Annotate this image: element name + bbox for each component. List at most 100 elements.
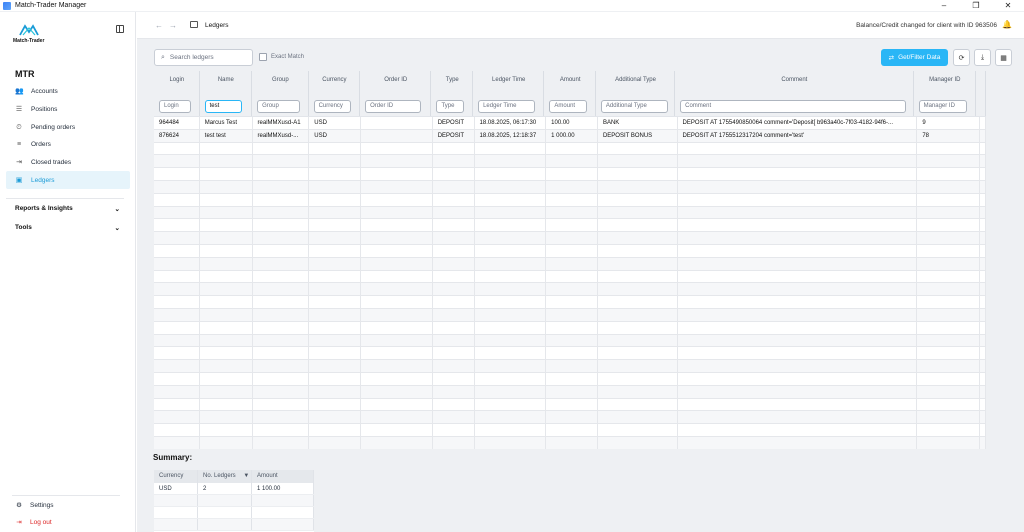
table-cell: DEPOSIT AT 1755490850064 comment='Deposi… — [678, 117, 918, 129]
notification-text: Balance/Credit changed for client with I… — [856, 22, 997, 29]
table-cell: 9 — [917, 117, 981, 129]
column-header[interactable]: Currency Currency — [309, 71, 361, 116]
minimize-button[interactable]: – — [928, 0, 960, 12]
column-filter-input[interactable]: Amount — [549, 100, 588, 113]
sidebar-item-orders[interactable]: ≡ Orders — [6, 136, 130, 154]
table-row — [154, 360, 986, 373]
column-filter-input[interactable]: Ledger Time — [478, 100, 536, 113]
table-cell — [678, 334, 918, 347]
table-cell — [253, 270, 310, 283]
exact-match-checkbox[interactable]: Exact Match — [259, 53, 304, 61]
search-input[interactable]: ⌕ Search ledgers — [154, 49, 253, 66]
column-header[interactable]: Ledger Time Ledger Time — [473, 71, 545, 116]
table-cell — [154, 347, 200, 360]
column-header-label: Amount — [559, 77, 581, 83]
table-cell — [475, 360, 547, 372]
column-filter-input[interactable]: Currency — [313, 100, 351, 113]
table-cell — [433, 283, 475, 296]
column-header[interactable]: Comment Comment — [675, 71, 914, 116]
table-row — [154, 372, 986, 386]
table-cell — [253, 142, 310, 155]
sidebar: Match-Trader MTR 👥 Accounts ☰ Positions ⏲ Pen… — [0, 12, 136, 532]
table-cell — [361, 117, 433, 129]
column-filter-input[interactable]: Group — [257, 100, 301, 113]
checkbox-box[interactable] — [259, 53, 267, 61]
sidebar-item-label: Closed trades — [31, 159, 72, 167]
column-header[interactable]: Login Login — [154, 71, 200, 116]
column-filter-input[interactable]: Login — [159, 100, 191, 113]
table-cell — [546, 321, 598, 334]
table-cell — [475, 372, 547, 385]
breadcrumb: Ledgers — [205, 22, 229, 29]
chevron-down-icon: ⌄ — [114, 206, 120, 213]
table-cell — [253, 296, 310, 308]
sidebar-item-closed-trades[interactable]: ⇥ Closed trades — [6, 154, 130, 172]
table-cell — [361, 232, 433, 244]
column-header[interactable]: Group Group — [252, 71, 309, 116]
column-header[interactable]: Additional Type Additional Type — [596, 71, 676, 116]
table-cell — [309, 321, 362, 334]
table-cell-filler — [980, 142, 986, 155]
table-cell — [253, 180, 310, 193]
table-row[interactable]: 876624 test test realMMXusd-... USD DEPOSIT 1… — [154, 129, 986, 143]
sidebar-item-settings[interactable]: ⚙ Settings — [15, 501, 53, 510]
column-filter-input[interactable]: test — [204, 100, 242, 113]
column-header-label: Comment — [781, 77, 808, 83]
maximize-button[interactable]: ❐ — [960, 0, 992, 12]
sidebar-item-pending-orders[interactable]: ⏲ Pending orders — [6, 118, 130, 136]
sidebar-item-ledgers[interactable]: ▣ Ledgers — [6, 171, 130, 190]
refresh-button[interactable]: ⟳ — [953, 49, 970, 66]
sidebar-item-accounts[interactable]: 👥 Accounts — [6, 83, 130, 101]
sidebar-item-label: Positions — [31, 106, 58, 114]
table-cell — [200, 168, 253, 180]
table-cell — [598, 424, 678, 436]
sidebar-item-logout[interactable]: ⇥ Log out — [15, 518, 51, 527]
sidebar-group-tools[interactable]: Tools ⌄ — [15, 224, 120, 232]
table-cell — [433, 142, 475, 155]
table-cell — [154, 436, 200, 449]
forward-arrow-icon[interactable]: → — [169, 21, 183, 30]
table-cell — [598, 155, 678, 168]
table-cell — [598, 411, 678, 424]
column-filter-input[interactable]: Order ID — [365, 100, 422, 113]
sidebar-group-reports[interactable]: Reports & Insights ⌄ — [15, 205, 120, 213]
back-arrow-icon[interactable]: ← — [155, 21, 169, 30]
download-icon: ⤓ — [980, 53, 985, 61]
chevron-down-icon: ⌄ — [114, 225, 120, 232]
summary-column-header[interactable]: Amount — [252, 470, 314, 483]
table-cell — [475, 385, 547, 398]
get-filter-data-button[interactable]: ⇄ Get/Filter Data — [881, 49, 948, 66]
table-cell — [475, 424, 547, 436]
table-cell — [433, 244, 475, 257]
bell-icon[interactable]: 🔔 — [1002, 20, 1012, 29]
table-row — [154, 296, 986, 309]
sidebar-item-positions[interactable]: ☰ Positions — [6, 101, 130, 119]
sidebar-collapse-icon[interactable] — [116, 25, 124, 33]
column-filter-input[interactable]: Additional Type — [600, 100, 668, 113]
table-cell — [200, 270, 253, 283]
table-cell — [598, 244, 678, 257]
table-cell — [309, 219, 362, 232]
summary-column-header[interactable]: No. Ledgers ▼ — [198, 470, 252, 483]
column-header[interactable]: Amount Amount — [544, 71, 596, 116]
table-row[interactable]: 964484 Marcus Test realMMXusd-A1 USD DEPOSIT… — [154, 117, 986, 130]
download-button[interactable]: ⤓ — [974, 49, 991, 66]
column-filter-input[interactable]: Comment — [680, 100, 907, 113]
column-filter-input[interactable]: Manager ID — [918, 100, 967, 113]
column-header[interactable]: Type Type — [431, 71, 474, 116]
orders-icon: ≡ — [16, 141, 22, 149]
table-cell — [309, 270, 362, 283]
table-cell — [433, 270, 475, 283]
table-cell — [253, 436, 310, 449]
column-header[interactable]: Order ID Order ID — [360, 71, 432, 116]
table-cell: 100.00 — [546, 117, 598, 129]
summary-column-header[interactable]: Currency — [154, 470, 198, 483]
column-header[interactable]: Manager ID Manager ID — [914, 71, 976, 116]
close-button[interactable]: ✕ — [992, 0, 1024, 12]
table-cell: USD — [309, 129, 362, 142]
columns-button[interactable]: ▦ — [995, 49, 1012, 66]
table-cell — [154, 257, 200, 270]
table-cell — [678, 270, 918, 283]
column-header[interactable]: Name test — [200, 71, 253, 116]
column-filter-input[interactable]: Type — [436, 100, 465, 113]
